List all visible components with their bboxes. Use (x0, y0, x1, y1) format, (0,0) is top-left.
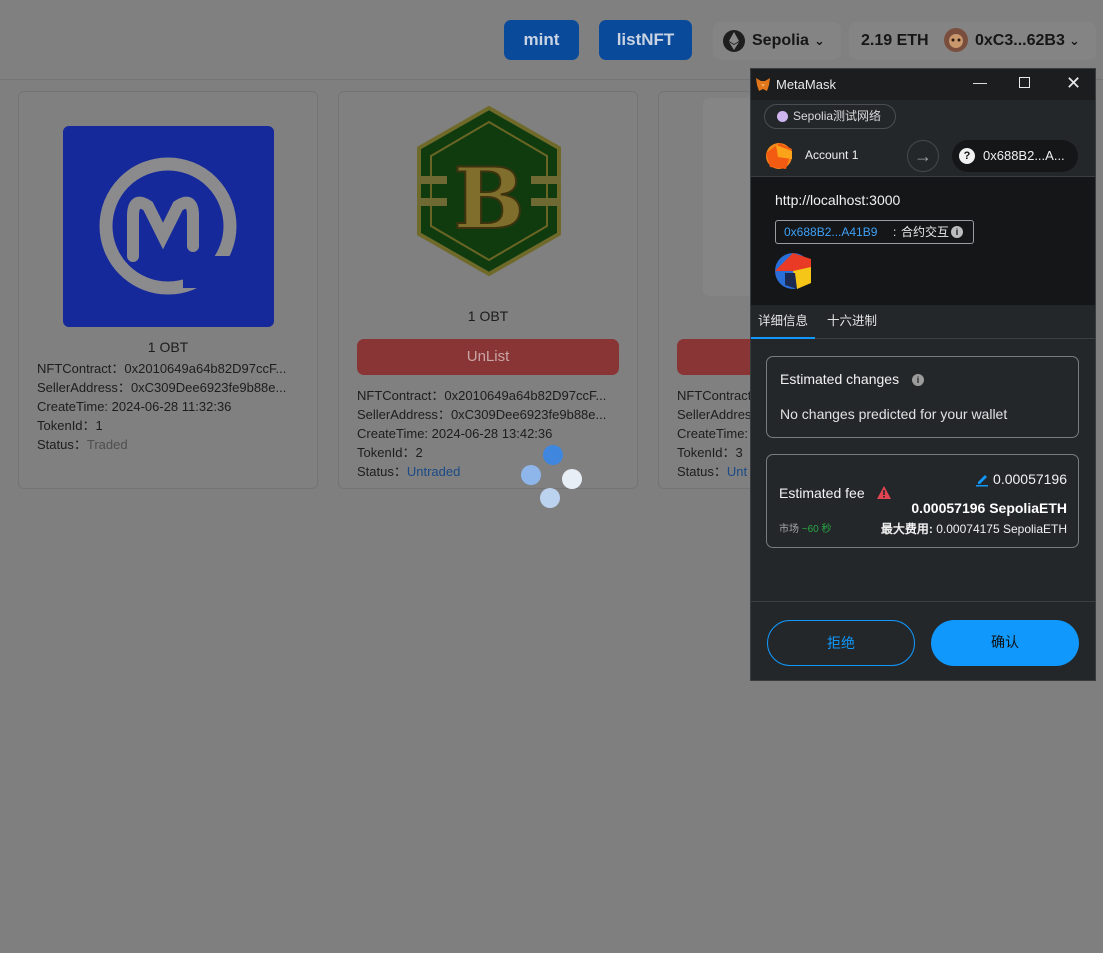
nft-contract: NFTContract：0x2010649a64b82D97ccF... (37, 361, 287, 376)
balance-label: 2.19 ETH (861, 32, 929, 49)
network-label: Sepolia测试网络 (793, 109, 882, 123)
network-selector[interactable]: Sepolia ⌄ (713, 22, 841, 60)
list-nft-button[interactable]: listNFT (599, 20, 692, 60)
market-label: 市场 (779, 524, 799, 535)
network-badge[interactable]: Sepolia测试网络 (764, 104, 897, 129)
nft-status: Status：Traded (37, 437, 128, 452)
recipient-pill[interactable]: ? 0x688B2...A... (952, 140, 1078, 172)
max-fee-value: 0.00074175 SepoliaETH (936, 522, 1067, 536)
account-name: Account 1 (805, 148, 859, 162)
chevron-down-icon: ⌄ (814, 33, 825, 48)
nft-title: 1 OBT (147, 339, 189, 355)
tab-hex[interactable]: 十六进制 (827, 305, 877, 339)
seller-address: SellerAddress：0xC309Dee6923fe9b88e... (357, 407, 607, 422)
max-fee-label: 最大费用: (880, 522, 933, 536)
action-footer: 拒绝 确认 (751, 601, 1095, 681)
status-badge: Unt (726, 464, 748, 479)
account-avatar (766, 143, 792, 169)
ethereum-icon (723, 30, 745, 52)
status-badge: Untraded (406, 464, 461, 479)
edit-icon[interactable] (975, 473, 989, 487)
network-label: Sepolia (752, 32, 809, 49)
create-time: CreateTime: 2024-06-28 13:42:36 (357, 426, 553, 441)
detail-tabs: 详细信息 十六进制 (751, 305, 1095, 339)
seller-address: SellerAddress：0xC309Dee6923fe9b88e... (37, 380, 287, 395)
nft-contract: NFTContract：0x2010649a64b82D97ccF... (357, 388, 607, 403)
info-icon[interactable]: i (951, 226, 963, 238)
unlist-button[interactable]: UnList (357, 339, 619, 375)
tab-details[interactable]: 详细信息 (751, 305, 815, 339)
metamask-fox-icon (756, 78, 770, 91)
estimated-changes-box: Estimated changes i No changes predicted… (766, 356, 1079, 438)
window-title: MetaMask (776, 77, 836, 92)
contract-action-label: 合约交互 (901, 225, 950, 239)
avatar (944, 28, 968, 52)
dapp-icon (775, 253, 811, 289)
reject-button[interactable]: 拒绝 (767, 620, 915, 666)
origin-url: http://localhost:3000 (775, 192, 901, 208)
contract-address-link[interactable]: 0x688B2...A41B9 (784, 221, 877, 243)
nft-card: 1 OBT NFTContract：0x2010649a64b82D97ccF.… (18, 91, 318, 489)
estimated-fee-box: Estimated fee 0.00057196 0.00057196 Sepo… (766, 454, 1079, 548)
mint-button[interactable]: mint (504, 20, 579, 60)
nft-title: 1 OBT (467, 308, 509, 324)
info-icon[interactable]: i (912, 374, 924, 386)
network-dot-icon (777, 111, 788, 122)
fee-value: 0.00057196 (993, 471, 1067, 487)
nft-card: B 1 OBT UnList NFTContract：0x2010649a64b… (338, 91, 638, 489)
minimize-icon[interactable]: — (973, 74, 987, 90)
metamask-window: MetaMask — ✕ Sepolia测试网络 Account 1 → ? 0… (750, 68, 1096, 681)
contract-interaction-badge[interactable]: 0x688B2...A41B9 : 合约交互 i (775, 220, 974, 244)
recipient-address: 0x688B2...A... (983, 148, 1065, 163)
fee-total: 0.00057196 SepoliaETH (911, 500, 1067, 516)
nft-image (63, 126, 274, 327)
nft-image: B (417, 106, 561, 276)
estimated-changes-text: No changes predicted for your wallet (780, 406, 1008, 422)
token-id: TokenId：1 (37, 418, 103, 433)
close-icon[interactable]: ✕ (1066, 73, 1081, 94)
token-id: TokenId：2 (357, 445, 423, 460)
account-address: 0xC3...62B3 (975, 32, 1065, 49)
window-titlebar: MetaMask — ✕ (751, 69, 1095, 100)
market-time: ~60 秒 (801, 524, 832, 535)
chevron-down-icon: ⌄ (1069, 33, 1080, 48)
nft-status: Status：Untraded (357, 464, 461, 479)
estimated-changes-title: Estimated changes (780, 371, 900, 387)
warning-icon[interactable] (877, 486, 891, 499)
sender-recipient-bar: Account 1 → ? 0x688B2...A... (751, 135, 1095, 177)
maximize-icon[interactable] (1019, 77, 1030, 88)
create-time: CreateTime: 2024-06-28 11:32:36 (37, 399, 232, 414)
arrow-right-icon: → (907, 140, 939, 172)
status-badge: Traded (86, 437, 128, 452)
origin-panel: http://localhost:3000 0x688B2...A41B9 : … (751, 177, 1095, 305)
unlist-button[interactable] (677, 339, 757, 375)
estimated-fee-title: Estimated fee (779, 485, 865, 501)
svg-text:B: B (454, 149, 525, 248)
account-pill[interactable]: 2.19 ETH 0xC3...62B3 ⌄ (849, 22, 1096, 60)
confirm-button[interactable]: 确认 (931, 620, 1079, 666)
unknown-address-icon: ? (959, 148, 975, 164)
